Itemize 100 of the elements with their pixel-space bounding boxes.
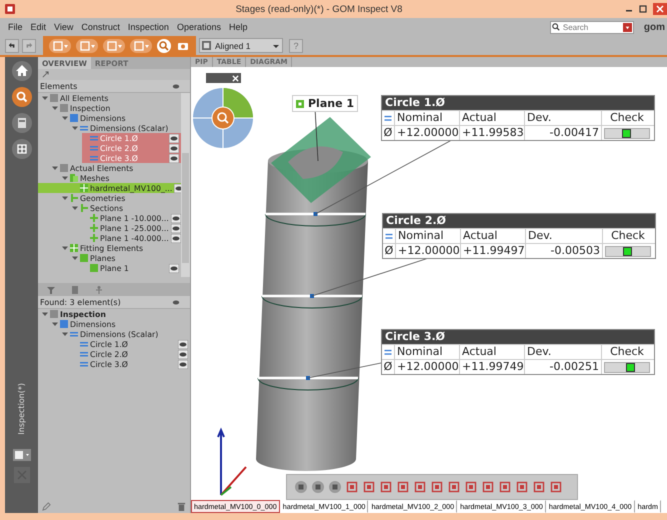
eye-icon[interactable] [178, 350, 188, 358]
redo-icon [25, 42, 33, 50]
result-count: Found: 3 element(s) [40, 298, 121, 306]
eye-icon[interactable] [178, 340, 188, 348]
eye-icon[interactable] [170, 224, 181, 232]
menu-item[interactable]: View [54, 22, 74, 32]
column-header: Nominal [396, 229, 461, 243]
caret-icon[interactable] [62, 331, 68, 337]
alignment-select[interactable]: Aligned 1 [199, 38, 283, 53]
caret-icon[interactable] [42, 311, 48, 317]
eye-icon[interactable] [169, 144, 179, 152]
caret-icon[interactable] [72, 255, 78, 261]
column-header: Check [610, 229, 646, 243]
plane-name: Plane 1 [308, 97, 354, 110]
eye-icon[interactable] [178, 360, 188, 368]
table-cell: Ø [383, 244, 396, 258]
table-cell: -0.00417 [525, 126, 602, 140]
square-icon[interactable] [380, 481, 392, 493]
eye-icon[interactable] [169, 154, 179, 162]
maximize-icon[interactable] [637, 4, 649, 14]
table-title: Circle 3.Ø [382, 330, 654, 344]
menu-item[interactable]: Edit [30, 22, 46, 32]
square-icon [60, 104, 68, 112]
square-icon [90, 264, 98, 272]
caret-icon[interactable] [72, 125, 78, 131]
search-icon[interactable] [157, 38, 171, 52]
plus-icon [90, 234, 98, 242]
menu-item[interactable]: Construct [81, 22, 120, 32]
table-title: Circle 2.Ø [383, 214, 655, 228]
caret-icon[interactable] [52, 321, 58, 327]
trash-icon[interactable] [177, 502, 186, 510]
plus-icon [90, 214, 98, 222]
table-cell: +12.00000 [395, 126, 460, 140]
column-header: Dev. [526, 229, 603, 243]
layout-icon[interactable] [12, 449, 30, 461]
column-header: Dev. [525, 111, 602, 125]
caret-icon[interactable] [72, 205, 78, 211]
eye-icon[interactable] [170, 234, 181, 242]
lines-icon [384, 348, 392, 356]
eye-icon[interactable] [169, 264, 179, 272]
column-header: Check [609, 111, 645, 125]
column-header: Dev. [525, 345, 602, 359]
undo-icon [8, 42, 16, 50]
menu-item[interactable]: Inspection [128, 22, 169, 32]
lines-icon [384, 114, 392, 122]
square-icon [50, 310, 58, 318]
column-header: Actual [461, 229, 526, 243]
square-icon [80, 254, 88, 262]
menu-item[interactable]: Help [228, 22, 248, 32]
lines-icon [385, 232, 393, 240]
table-cell: Ø [382, 360, 395, 374]
menu-item[interactable]: File [8, 22, 23, 32]
close-icon[interactable] [653, 3, 667, 15]
eye-icon[interactable] [172, 82, 180, 90]
column-header: Nominal [395, 345, 460, 359]
eye-icon[interactable] [172, 298, 180, 306]
navigation-wheel[interactable] [193, 88, 253, 148]
menu-item[interactable]: Operations [176, 22, 221, 32]
search-icon [552, 23, 560, 31]
layers-icon [70, 174, 78, 182]
search-field[interactable]: Search [550, 20, 634, 34]
table-cell: +12.00000 [395, 360, 460, 374]
table-cell: -0.00251 [525, 360, 602, 374]
undo-button[interactable] [5, 38, 19, 52]
collapse-icon[interactable] [42, 71, 49, 78]
pencil-icon[interactable] [42, 502, 51, 510]
table-cell: Ø [382, 126, 395, 140]
scrollbar[interactable] [181, 93, 190, 277]
square-icon [60, 164, 68, 172]
square-icon [60, 320, 68, 328]
caret-icon[interactable] [42, 95, 48, 101]
square-icon [50, 94, 58, 102]
caret-icon[interactable] [52, 165, 58, 171]
caret-icon[interactable] [62, 115, 68, 121]
tree-header: Elements [40, 82, 78, 90]
close-button[interactable] [206, 73, 241, 83]
caret-icon[interactable] [62, 245, 68, 251]
column-header: Actual [460, 111, 525, 125]
window-title: Stages (read-only)(*) - GOM Inspect V8 [236, 4, 402, 14]
square-icon [296, 100, 304, 108]
caret-icon[interactable] [52, 105, 58, 111]
table-title: Circle 1.Ø [382, 96, 654, 110]
caret-icon[interactable] [62, 175, 68, 181]
search-icon[interactable] [12, 87, 32, 107]
close-icon [232, 74, 239, 82]
home-icon[interactable] [12, 61, 32, 81]
eye-icon[interactable] [169, 134, 179, 142]
eye-icon[interactable] [170, 214, 181, 222]
table-cell: +12.00000 [396, 244, 461, 258]
table-cell: -0.00503 [526, 244, 603, 258]
app-icon [5, 4, 15, 14]
square-icon [70, 114, 78, 122]
plus-icon [90, 224, 98, 232]
column-header: Actual [460, 345, 525, 359]
column-header: Nominal [395, 111, 460, 125]
table-cell: +11.99749 [460, 360, 525, 374]
alignment-icon [202, 41, 211, 50]
caret-icon[interactable] [62, 195, 68, 201]
column-header: Check [609, 345, 645, 359]
workspace-label: Inspection(*) [17, 383, 26, 435]
